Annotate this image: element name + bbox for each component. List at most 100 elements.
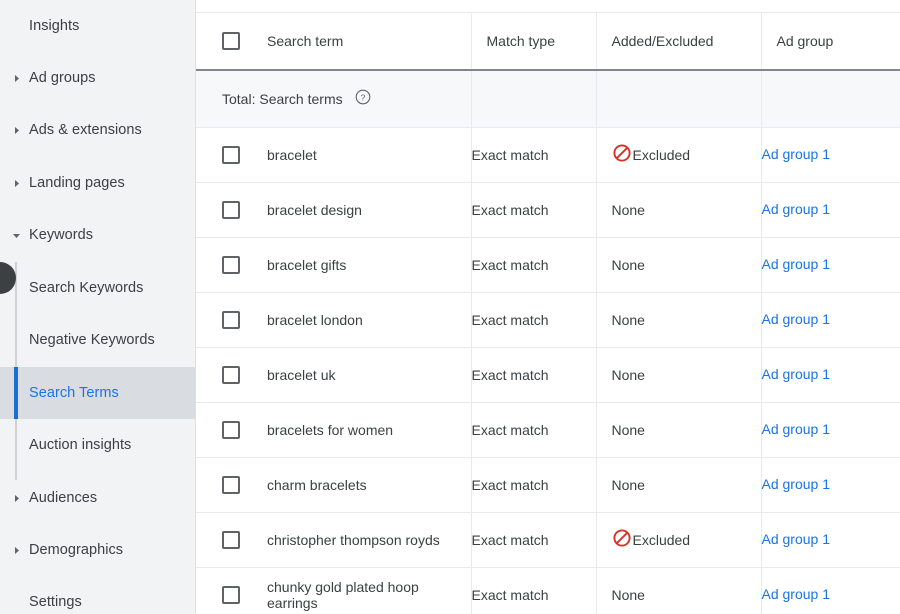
sidebar-item-audiences[interactable]: Audiences [0,472,196,524]
cell-added-excluded: None [596,238,761,293]
cell-search-term: bracelet [196,128,471,183]
sidebar-item-label: Landing pages [29,175,125,191]
table-row[interactable]: bracelet uk Exact match None Ad group 1 [196,348,900,403]
block-icon [612,143,632,168]
cell-added-excluded: Excluded [596,128,761,183]
chevron-right-icon[interactable] [12,546,20,554]
cell-search-term: bracelets for women [196,403,471,458]
svg-text:?: ? [360,92,365,102]
cell-ad-group: Ad group 1 [761,403,900,458]
cell-match-type: Exact match [471,238,596,293]
ad-group-link[interactable]: Ad group 1 [762,366,831,382]
cell-ad-group: Ad group 1 [761,183,900,238]
cell-match-type: Exact match [471,513,596,568]
cell-added-excluded: None [596,568,761,614]
ad-group-link[interactable]: Ad group 1 [762,311,831,327]
ad-group-link[interactable]: Ad group 1 [762,531,831,547]
chevron-right-icon[interactable] [12,74,20,82]
cell-search-term: bracelet design [196,183,471,238]
row-checkbox[interactable] [222,311,240,329]
ad-group-link[interactable]: Ad group 1 [762,256,831,272]
sidebar-item-search-keywords[interactable]: Search Keywords [0,262,196,314]
cell-ad-group: Ad group 1 [761,513,900,568]
help-circle-icon[interactable]: ? [355,89,371,110]
ad-group-link[interactable]: Ad group 1 [762,476,831,492]
sidebar-item-search-terms[interactable]: Search Terms [0,367,196,419]
total-row-ad-group-cell [761,70,900,128]
ad-group-link[interactable]: Ad group 1 [762,146,831,162]
select-all-checkbox[interactable] [222,32,240,50]
column-header-search-term[interactable]: Search term [196,13,471,70]
sidebar-item-landing-pages[interactable]: Landing pages [0,157,196,209]
table-row[interactable]: bracelet designExact matchNoneAd group 1 [196,183,900,238]
column-header-label-search-term: Search term [267,33,343,49]
ad-group-link[interactable]: Ad group 1 [762,586,831,602]
added-excluded-text: Excluded [633,147,691,163]
table-row[interactable]: chunky gold plated hoop earringsExact ma… [196,568,900,614]
sidebar-item-settings[interactable]: Settings [0,576,196,614]
cell-match-type: Exact match [471,128,596,183]
cell-search-term: bracelet uk [196,348,471,403]
sidebar-item-auction-insights[interactable]: Auction insights [0,419,196,471]
row-checkbox[interactable] [222,476,240,494]
column-header-ad-group[interactable]: Ad group [761,13,900,70]
cell-ad-group: Ad group 1 [761,348,900,403]
ad-group-link[interactable]: Ad group 1 [762,201,831,217]
table-row[interactable]: charm braceletsExact matchNoneAd group 1 [196,458,900,513]
cell-ad-group: Ad group 1 [761,293,900,348]
cell-search-term: bracelet gifts [196,238,471,293]
sidebar-item-label: Negative Keywords [29,332,155,348]
sidebar-item-keywords[interactable]: Keywords [0,209,196,261]
cell-ad-group: Ad group 1 [761,568,900,614]
row-checkbox[interactable] [222,146,240,164]
sidebar-item-negative-keywords[interactable]: Negative Keywords [0,314,196,366]
sidebar-item-label: Insights [29,18,79,34]
total-row-match-type-cell [471,70,596,128]
chevron-right-icon[interactable] [12,179,20,187]
row-checkbox[interactable] [222,366,240,384]
sidebar-item-label: Auction insights [29,437,131,453]
cell-search-term: chunky gold plated hoop earrings [196,568,471,614]
chevron-down-icon[interactable] [12,231,20,239]
column-header-match-type[interactable]: Match type [471,13,596,70]
row-checkbox[interactable] [222,531,240,549]
sidebar-item-demographics[interactable]: Demographics [0,524,196,576]
row-checkbox[interactable] [222,201,240,219]
search-terms-page: Insights Ad groupsAds & extensions Landing… [0,0,900,614]
row-checkbox[interactable] [222,256,240,274]
row-checkbox[interactable] [222,586,240,604]
sidebar-item-insights[interactable]: Insights [0,0,196,52]
added-excluded-text: None [612,367,645,383]
sidebar-item-ad-groups[interactable]: Ad groups [0,52,196,104]
cell-match-type: Exact match [471,348,596,403]
table-row[interactable]: bracelet giftsExact match None Ad group 1 [196,238,900,293]
cell-search-term: christopher thompson royds [196,513,471,568]
table-body: Total: Search terms ? brace [196,70,900,614]
chevron-right-icon[interactable] [12,494,20,502]
table-row[interactable]: bracelets for womenExact matchNoneAd gro… [196,403,900,458]
table-row[interactable]: bracelet londonExact matchNoneAd group 1 [196,293,900,348]
cell-added-excluded: None [596,403,761,458]
sidebar-item-ads-extensions[interactable]: Ads & extensions [0,104,196,156]
cell-added-excluded: None [596,183,761,238]
added-excluded-text: None [612,257,645,273]
table-row[interactable]: braceletExact match Excluded Ad group 1 [196,128,900,183]
total-row-label-cell: Total: Search terms ? [196,70,471,128]
table-header: Search term Match type Added/Excluded [196,13,900,70]
search-term-text: bracelet uk [267,367,442,383]
cell-match-type: Exact match [471,568,596,614]
ad-group-link[interactable]: Ad group 1 [762,421,831,437]
cell-match-type: Exact match [471,458,596,513]
column-header-label-match-type: Match type [487,33,555,49]
cell-search-term: bracelet london [196,293,471,348]
sidebar-item-label: Search Keywords [29,280,143,296]
table-row[interactable]: christopher thompson roydsExact matchExc… [196,513,900,568]
column-header-label-added-excluded: Added/Excluded [612,33,714,49]
added-excluded-text: None [612,422,645,438]
added-excluded-text: None [612,312,645,328]
chevron-right-icon[interactable] [12,126,20,134]
cell-added-excluded: None [596,293,761,348]
row-checkbox[interactable] [222,421,240,439]
sidebar-item-label: Settings [29,594,82,610]
column-header-added-excluded[interactable]: Added/Excluded [596,13,761,70]
